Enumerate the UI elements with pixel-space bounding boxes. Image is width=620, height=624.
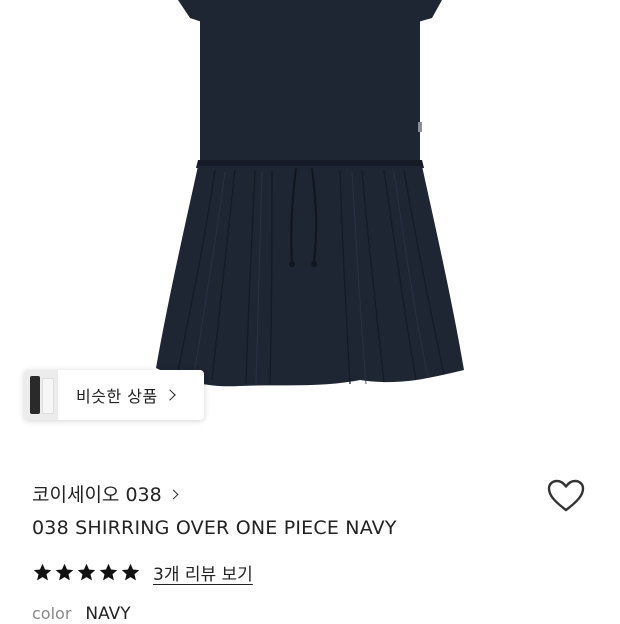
similar-products-label: 비슷한 상품	[76, 387, 158, 406]
color-label: color	[32, 604, 72, 623]
star-icon	[77, 563, 96, 581]
product-title: 038 SHIRRING OVER ONE PIECE NAVY	[32, 517, 397, 539]
reviews-link[interactable]: 3개 리뷰 보기	[153, 560, 253, 585]
color-value: NAVY	[85, 604, 131, 624]
star-icon	[33, 563, 52, 581]
star-icon	[99, 563, 118, 581]
star-icon	[55, 563, 74, 581]
wishlist-button[interactable]	[546, 478, 586, 514]
star-icon	[121, 563, 140, 581]
heart-icon	[547, 479, 585, 512]
star-rating	[32, 562, 141, 583]
color-option: color NAVY	[32, 604, 131, 624]
rating-row: 3개 리뷰 보기	[32, 560, 253, 585]
brand-link[interactable]: 코이세이오 038	[32, 480, 179, 507]
similar-product-thumbnail	[24, 370, 58, 420]
chevron-right-icon	[164, 389, 176, 401]
brand-name: 코이세이오 038	[32, 484, 162, 506]
chevron-right-icon	[168, 489, 179, 500]
similar-products-button[interactable]: 비슷한 상품	[24, 370, 204, 420]
